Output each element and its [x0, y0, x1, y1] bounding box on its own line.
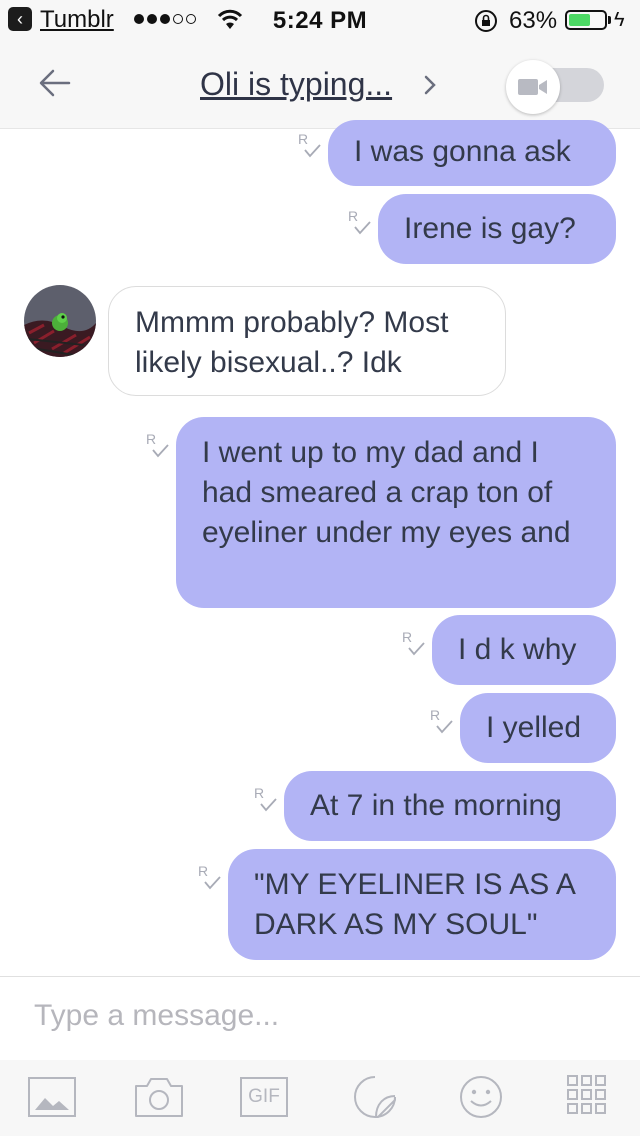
svg-text:R: R: [254, 785, 264, 801]
message-bubble-outgoing[interactable]: At 7 in the morning: [284, 771, 616, 841]
battery-percent: 63%: [509, 7, 558, 34]
image-icon[interactable]: [27, 1074, 77, 1120]
message-composer: Type a message...: [0, 976, 640, 1061]
chat-title[interactable]: Oli is typing...: [200, 66, 392, 103]
message-bubble-outgoing[interactable]: I yelled: [460, 693, 616, 763]
composer-toolbar: GIF: [0, 1060, 640, 1136]
svg-text:R: R: [430, 707, 440, 723]
message-bubble-outgoing[interactable]: "MY EYELINER IS AS A DARK AS MY SOUL": [228, 849, 616, 960]
back-arrow-icon[interactable]: [38, 66, 72, 100]
read-receipt-icon: R: [348, 208, 371, 235]
read-receipt-icon: R: [402, 629, 425, 656]
camera-icon[interactable]: [133, 1074, 185, 1120]
rotation-lock-icon: [475, 10, 497, 32]
battery-icon: [565, 10, 607, 30]
message-bubble-outgoing[interactable]: I was gonna ask: [328, 120, 616, 186]
svg-text:R: R: [146, 431, 156, 447]
emoji-icon[interactable]: [458, 1074, 504, 1120]
read-receipt-icon: R: [298, 131, 321, 158]
svg-text:R: R: [198, 863, 208, 879]
read-receipt-icon: R: [430, 707, 453, 734]
avatar[interactable]: [24, 285, 96, 357]
svg-text:R: R: [402, 629, 412, 645]
gif-icon[interactable]: GIF: [240, 1077, 288, 1117]
message-bubble-incoming[interactable]: Mmmm probably? Most likely bisexual..? I…: [108, 286, 506, 396]
chevron-right-icon[interactable]: [422, 74, 438, 96]
chat-header: Oli is typing...: [0, 40, 640, 129]
charging-bolt-icon: ϟ: [614, 9, 625, 31]
message-bubble-outgoing[interactable]: I went up to my dad and I had smeared a …: [176, 417, 616, 608]
grid-icon[interactable]: [566, 1074, 608, 1116]
video-camera-icon: [518, 79, 547, 95]
message-bubble-outgoing[interactable]: I d k why: [432, 615, 616, 685]
message-bubble-outgoing[interactable]: Irene is gay?: [378, 194, 616, 264]
read-receipt-icon: R: [146, 431, 169, 458]
svg-text:R: R: [298, 131, 308, 147]
read-receipt-icon: R: [198, 863, 221, 890]
svg-text:R: R: [348, 208, 358, 224]
battery-level-fill: [569, 14, 590, 26]
sticker-icon[interactable]: [352, 1074, 398, 1120]
message-input[interactable]: Type a message...: [34, 999, 279, 1033]
read-receipt-icon: R: [254, 785, 277, 812]
battery-tip: [608, 16, 611, 24]
